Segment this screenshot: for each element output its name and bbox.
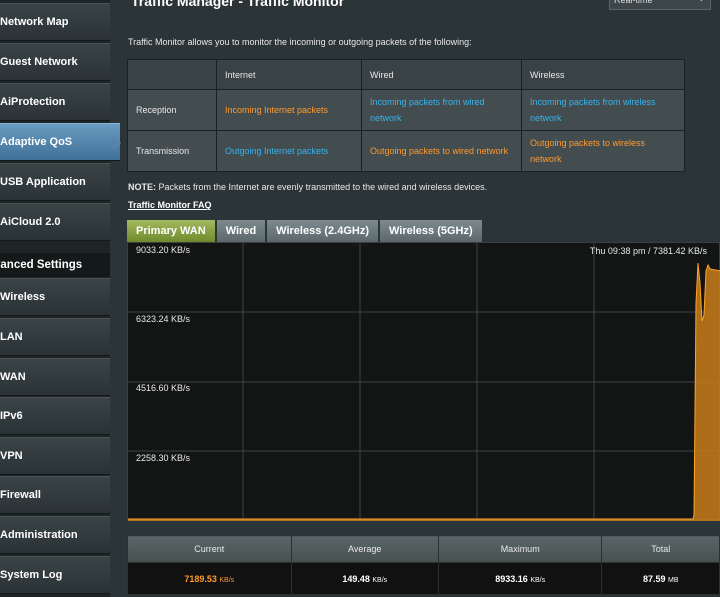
table-cell: Outgoing Internet packets — [216, 130, 362, 172]
sidebar-item-label: LAN — [0, 331, 23, 343]
sidebar-item-label: WAN — [0, 371, 26, 383]
main-content: Traffic Manager - Traffic Monitor Real-t… — [118, 0, 720, 597]
sidebar-item-label: Guest Network — [0, 56, 78, 68]
sidebar-item-label: AiProtection — [0, 96, 66, 108]
graph-time-readout: Thu 09:38 pm / 7381.42 KB/s — [589, 246, 707, 256]
sidebar-item-lan[interactable]: LAN — [0, 318, 110, 356]
table-header-cell: Wired — [361, 59, 522, 90]
stats-average: 149.48 KB/s — [290, 562, 439, 595]
table-cell: Incoming packets from wired network — [361, 89, 522, 131]
y-axis-label: 6323.24 KB/s — [136, 314, 191, 324]
stats-value-row: 7189.53 KB/s 149.48 KB/s 8933.16 KB/s 87… — [127, 562, 720, 595]
sidebar-item-network-map[interactable]: Network Map — [0, 3, 110, 41]
sidebar-item-label: Administration — [0, 529, 78, 541]
sidebar-item-label: Firewall — [0, 489, 41, 501]
sidebar-item-firewall[interactable]: Firewall — [0, 476, 110, 514]
table-header-cell — [127, 59, 217, 90]
tab-primary-wan[interactable]: Primary WAN — [127, 220, 215, 242]
stats-header-current: Current — [127, 535, 292, 563]
table-cell: Incoming Internet packets — [216, 89, 362, 131]
table-row: Transmission Outgoing Internet packets O… — [127, 130, 685, 172]
sidebar-item-aiprotection[interactable]: AiProtection — [0, 83, 110, 121]
traffic-graph: 9033.20 KB/s 6323.24 KB/s 4516.60 KB/s 2… — [127, 242, 720, 521]
sidebar-item-label: AiCloud 2.0 — [0, 216, 61, 228]
traffic-graph-svg — [128, 243, 720, 521]
sidebar-item-aicloud[interactable]: AiCloud 2.0 — [0, 203, 110, 241]
stats-header-total: Total — [601, 535, 720, 563]
sidebar-item-guest-network[interactable]: Guest Network — [0, 43, 110, 81]
interface-tabs: Primary WAN Wired Wireless (2.4GHz) Wire… — [127, 220, 484, 242]
tab-wireless-24ghz[interactable]: Wireless (2.4GHz) — [267, 220, 378, 242]
stats-total-unit: MB — [668, 576, 679, 584]
row-label: Transmission — [127, 130, 217, 172]
sidebar-item-label: VPN — [0, 450, 23, 462]
traffic-stats-table: Current Average Maximum Total 7189.53 KB… — [127, 535, 720, 595]
traffic-line — [128, 262, 720, 520]
stats-total: 87.59 MB — [601, 562, 720, 595]
note-text: NOTE: Packets from the Internet are even… — [128, 182, 487, 192]
stats-current-unit: KB/s — [219, 576, 235, 584]
sidebar-item-label: Wireless — [0, 291, 46, 303]
tab-wireless-5ghz[interactable]: Wireless (5GHz) — [380, 220, 482, 242]
stats-header-average: Average — [290, 535, 439, 563]
sidebar-item-ipv6[interactable]: IPv6 — [0, 397, 110, 435]
table-header-row: Internet Wired Wireless — [127, 59, 685, 90]
sidebar: Network Map Guest Network AiProtection A… — [0, 0, 121, 597]
y-axis-label: 9033.20 KB/s — [136, 245, 191, 255]
sidebar-item-system-log[interactable]: System Log — [0, 556, 110, 594]
traffic-area — [128, 263, 720, 521]
table-row: Reception Incoming Internet packets Inco… — [127, 89, 685, 131]
intro-text: Traffic Monitor allows you to monitor th… — [128, 37, 472, 47]
sidebar-item-label: Adaptive QoS — [0, 136, 73, 148]
table-cell: Outgoing packets to wireless network — [521, 130, 685, 172]
tab-wired[interactable]: Wired — [216, 220, 266, 242]
stats-maximum: 8933.16 KB/s — [437, 562, 603, 595]
sidebar-item-label: Network Map — [0, 16, 69, 28]
sidebar-item-administration[interactable]: Administration — [0, 516, 110, 554]
y-axis-label: 2258.30 KB/s — [136, 453, 191, 463]
graph-gridlines — [128, 243, 720, 521]
sidebar-item-label: System Log — [0, 569, 63, 581]
stats-total-value: 87.59 — [642, 573, 666, 584]
stats-header-row: Current Average Maximum Total — [127, 535, 720, 563]
stats-maximum-value: 8933.16 — [495, 573, 528, 584]
table-cell: Incoming packets from wireless network — [521, 89, 685, 131]
stats-maximum-unit: KB/s — [530, 576, 546, 584]
y-axis-label: 4516.60 KB/s — [136, 383, 191, 393]
advanced-settings-label: vanced Settings — [0, 259, 83, 271]
stats-average-unit: KB/s — [372, 576, 388, 584]
sidebar-item-wireless[interactable]: Wireless — [0, 278, 110, 316]
note-body: Packets from the Internet are evenly tra… — [156, 182, 488, 192]
realtime-select[interactable]: Real-time — [609, 0, 711, 10]
traffic-info-table: Internet Wired Wireless Reception Incomi… — [127, 59, 685, 172]
page-title: Traffic Manager - Traffic Monitor — [131, 0, 345, 9]
stats-current-value: 7189.53 — [184, 573, 217, 584]
stats-average-value: 149.48 — [342, 573, 370, 584]
table-header-cell: Wireless — [521, 59, 685, 90]
sidebar-item-usb-application[interactable]: USB Application — [0, 163, 110, 201]
traffic-monitor-faq-link[interactable]: Traffic Monitor FAQ — [128, 200, 212, 210]
sidebar-item-adaptive-qos[interactable]: Adaptive QoS — [0, 123, 121, 161]
sidebar-item-label: IPv6 — [0, 410, 23, 422]
stats-header-maximum: Maximum — [437, 535, 603, 563]
sidebar-item-vpn[interactable]: VPN — [0, 437, 110, 475]
table-header-cell: Internet — [216, 59, 362, 90]
advanced-settings-header: vanced Settings — [0, 253, 110, 277]
stats-current: 7189.53 KB/s — [127, 562, 292, 595]
sidebar-item-wan[interactable]: WAN — [0, 358, 110, 396]
note-label: NOTE: — [128, 182, 156, 192]
row-label: Reception — [127, 89, 217, 131]
sidebar-item-label: USB Application — [0, 176, 86, 188]
table-cell: Outgoing packets to wired network — [361, 130, 522, 172]
